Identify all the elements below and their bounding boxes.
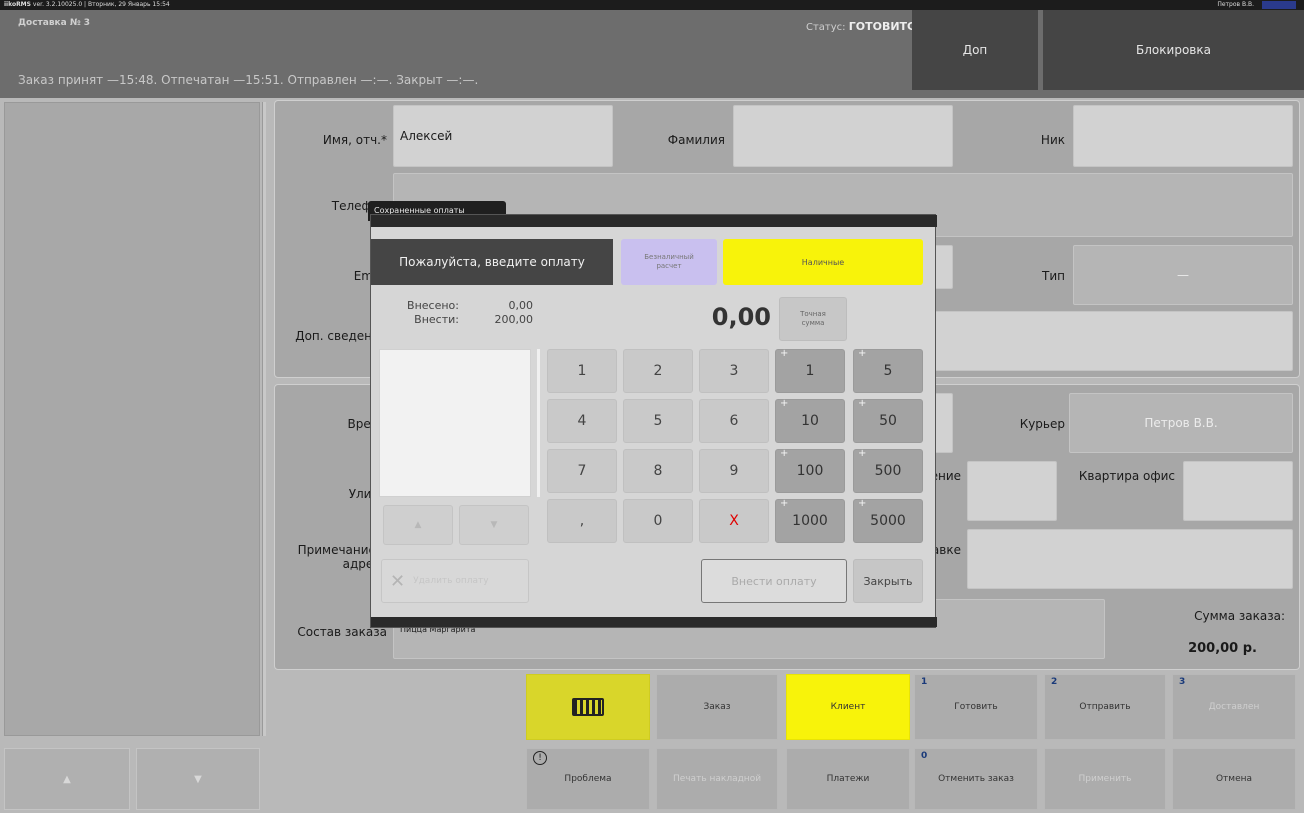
surname-field[interactable] bbox=[733, 105, 953, 167]
left-panel bbox=[4, 102, 260, 736]
key-1[interactable]: 1 bbox=[547, 349, 617, 393]
scroll-down-button[interactable]: ▼ bbox=[136, 748, 260, 810]
order-status: Статус: ГОТОВИТСЯ bbox=[806, 20, 924, 33]
order-sum-label: Сумма заказа: bbox=[1194, 609, 1285, 623]
order-tab-button[interactable]: Заказ bbox=[656, 674, 778, 740]
corpus-field[interactable] bbox=[967, 461, 1057, 521]
panel-divider[interactable] bbox=[262, 102, 266, 736]
close-dialog-button[interactable]: Закрыть bbox=[853, 559, 923, 603]
payments-button[interactable]: Платежи bbox=[786, 748, 910, 810]
add-1000-button[interactable]: 1000 bbox=[775, 498, 845, 543]
send-button[interactable]: 2 Отправить bbox=[1044, 674, 1166, 740]
key-5[interactable]: 5 bbox=[623, 399, 693, 443]
key-6[interactable]: 6 bbox=[699, 399, 769, 443]
current-date: Вторник, 29 Январь 15:54 bbox=[87, 1, 170, 8]
key-7[interactable]: 7 bbox=[547, 449, 617, 493]
close-icon: ✕ bbox=[390, 570, 406, 592]
arrow-up-icon: ▲ bbox=[63, 773, 71, 785]
keyboard-icon bbox=[572, 698, 604, 716]
app-name: iikoRMS bbox=[4, 1, 31, 8]
type-label: Тип bbox=[1042, 269, 1065, 283]
payment-dialog: Пожалуйста, введите оплату Безналичный р… bbox=[370, 214, 937, 628]
courier-label: Курьер bbox=[1019, 417, 1065, 431]
name-field[interactable]: Алексей bbox=[393, 105, 613, 167]
delivered-button[interactable]: 3 Доставлен bbox=[1172, 674, 1296, 740]
block-button[interactable]: Блокировка bbox=[1043, 10, 1304, 90]
keyboard-button[interactable] bbox=[526, 674, 650, 740]
submit-payment-button[interactable]: Внести оплату bbox=[701, 559, 847, 603]
key-2[interactable]: 2 bbox=[623, 349, 693, 393]
arrow-down-icon: ▼ bbox=[194, 773, 202, 785]
dop-button[interactable]: Доп bbox=[912, 10, 1038, 90]
add-1-button[interactable]: 1 bbox=[775, 348, 845, 393]
order-sum-value: 200,00 р. bbox=[1188, 641, 1257, 656]
cancel-button[interactable]: Отмена bbox=[1172, 748, 1296, 810]
add-50-button[interactable]: 50 bbox=[853, 398, 923, 443]
type-select[interactable]: — bbox=[1073, 245, 1293, 305]
flat-field[interactable] bbox=[1183, 461, 1293, 521]
nick-label: Ник bbox=[1040, 133, 1065, 147]
add-10-button[interactable]: 10 bbox=[775, 398, 845, 443]
nick-field[interactable] bbox=[1073, 105, 1293, 167]
current-user: Петров В.В. bbox=[1217, 1, 1254, 8]
key-4[interactable]: 4 bbox=[547, 399, 617, 443]
key-8[interactable]: 8 bbox=[623, 449, 693, 493]
payment-prompt: Пожалуйста, введите оплату bbox=[371, 239, 613, 285]
print-invoice-button[interactable]: Печать накладной bbox=[656, 748, 778, 810]
paid-label: Внесено: bbox=[407, 299, 459, 312]
cash-button[interactable]: Наличные bbox=[723, 239, 923, 285]
cancel-order-button[interactable]: 0 Отменить заказ bbox=[914, 748, 1038, 810]
order-timeline: Заказ принят —15:48. Отпечатан —15:51. О… bbox=[18, 73, 479, 87]
key-comma[interactable]: , bbox=[547, 499, 617, 543]
add-500-button[interactable]: 500 bbox=[853, 448, 923, 493]
payment-list[interactable] bbox=[379, 349, 531, 497]
user-badge bbox=[1262, 1, 1296, 9]
cook-button[interactable]: 1 Готовить bbox=[914, 674, 1038, 740]
due-value: 200,00 bbox=[494, 313, 534, 326]
courier-select[interactable]: Петров В.В. bbox=[1069, 393, 1293, 453]
arrow-down-icon: ▼ bbox=[490, 520, 498, 530]
key-3[interactable]: 3 bbox=[699, 349, 769, 393]
key-9[interactable]: 9 bbox=[699, 449, 769, 493]
key-0[interactable]: 0 bbox=[623, 499, 693, 543]
arrow-up-icon: ▲ bbox=[414, 520, 422, 530]
scroll-up-button[interactable]: ▲ bbox=[4, 748, 130, 810]
flat-label: Квартира офис bbox=[1078, 469, 1175, 483]
add-5000-button[interactable]: 5000 bbox=[853, 498, 923, 543]
order-title: Доставка № 3 bbox=[18, 18, 91, 28]
list-down-button[interactable]: ▼ bbox=[459, 505, 529, 545]
app-version: ver. 3.2.10025.0 bbox=[32, 1, 83, 8]
cashless-button[interactable]: Безналичный расчет bbox=[621, 239, 717, 285]
amount-display: 0,00 bbox=[711, 303, 771, 331]
add-5-button[interactable]: 5 bbox=[853, 348, 923, 393]
key-clear[interactable]: X bbox=[699, 499, 769, 543]
list-up-button[interactable]: ▲ bbox=[383, 505, 453, 545]
add-100-button[interactable]: 100 bbox=[775, 448, 845, 493]
name-label: Имя, отч.* bbox=[322, 133, 387, 147]
exact-sum-button[interactable]: Точная сумма bbox=[779, 297, 847, 341]
client-tab-button[interactable]: Клиент bbox=[786, 674, 910, 740]
payment-list-scrollbar[interactable] bbox=[537, 349, 540, 497]
surname-label: Фамилия bbox=[667, 133, 725, 147]
delete-payment-button[interactable]: ✕ Удалить оплату bbox=[381, 559, 529, 603]
problem-button[interactable]: ! Проблема bbox=[526, 748, 650, 810]
delivery-info-field[interactable] bbox=[967, 529, 1293, 589]
due-label: Внести: bbox=[414, 313, 459, 326]
paid-value: 0,00 bbox=[508, 299, 534, 312]
alert-icon: ! bbox=[533, 751, 547, 765]
system-bar: iikoRMS ver. 3.2.10025.0 | Вторник, 29 Я… bbox=[0, 0, 1304, 10]
apply-button[interactable]: Применить bbox=[1044, 748, 1166, 810]
